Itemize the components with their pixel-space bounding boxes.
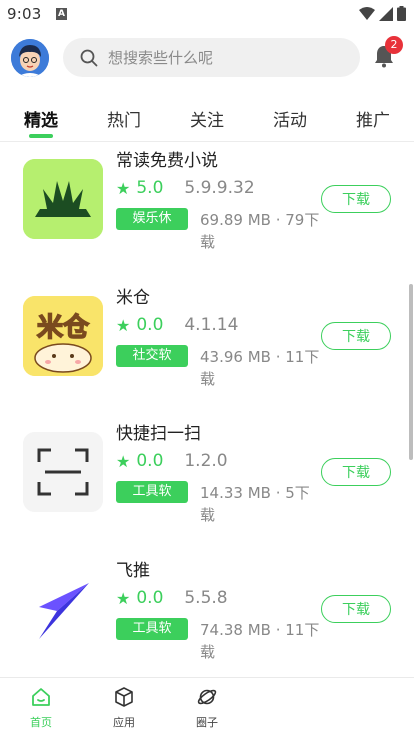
star-icon: ★	[116, 315, 131, 335]
app-version: 1.2.0	[184, 451, 228, 471]
app-size-downloads: 43.96 MB · 11下载	[200, 348, 320, 388]
tab-featured[interactable]: 精选	[24, 106, 58, 131]
list-item[interactable]: 飞推 ★ 0.0 5.5.8 工具软 74.38 MB · 11下载 下载	[0, 552, 414, 677]
category-tag: 工具软	[116, 481, 188, 503]
wifi-icon	[359, 6, 375, 20]
app-icon-micang: 米仓	[23, 296, 103, 376]
cube-icon	[115, 687, 133, 707]
app-name[interactable]: 常读免费小说	[116, 146, 218, 171]
notification-badge: 2	[385, 36, 403, 54]
paper-plane-icon	[39, 583, 89, 639]
star-icon: ★	[116, 178, 131, 198]
avatar[interactable]	[11, 39, 49, 77]
tab-events[interactable]: 活动	[273, 106, 307, 131]
list-item[interactable]: 常读免费小说 ★ 5.0 5.9.9.32 娱乐休 69.89 MB · 79下…	[0, 142, 414, 272]
app-version: 5.5.8	[184, 588, 228, 608]
app-list[interactable]: 常读免费小说 ★ 5.0 5.9.9.32 娱乐休 69.89 MB · 79下…	[0, 142, 414, 677]
nav-apps-label: 应用	[113, 716, 135, 729]
status-time: 9:03	[7, 5, 42, 23]
star-icon: ★	[116, 451, 131, 471]
tab-following[interactable]: 关注	[190, 106, 224, 131]
search-placeholder: 想搜索些什么呢	[108, 49, 214, 67]
app-size-downloads: 74.38 MB · 11下载	[200, 621, 320, 661]
app-rating: 0.0	[136, 315, 164, 335]
home-icon	[32, 688, 50, 706]
app-rating: 0.0	[136, 451, 164, 471]
app-name[interactable]: 飞推	[116, 556, 150, 581]
top-bar: 想搜索些什么呢 2	[0, 30, 414, 86]
app-icon-scan	[23, 432, 103, 512]
category-tabs: 精选 热门 关注 活动 推广	[0, 96, 414, 140]
app-name[interactable]: 米仓	[116, 283, 150, 308]
download-button[interactable]: 下载	[321, 458, 391, 486]
tab-promo[interactable]: 推广	[356, 106, 390, 131]
status-icons	[359, 6, 406, 21]
avatar-image-icon	[11, 39, 49, 77]
planet-icon	[197, 689, 217, 705]
notification-a-icon: A	[56, 8, 67, 20]
download-button[interactable]: 下载	[321, 185, 391, 213]
rating-row: ★ 0.0 4.1.14	[116, 315, 238, 335]
signal-icon	[379, 6, 393, 21]
app-version: 5.9.9.32	[184, 178, 255, 198]
nav-home-label: 首页	[30, 716, 52, 729]
category-tag: 工具软	[116, 618, 188, 640]
search-bar[interactable]: 想搜索些什么呢	[63, 38, 360, 77]
download-button[interactable]: 下载	[321, 595, 391, 623]
active-tab-indicator	[29, 134, 53, 138]
rating-row: ★ 0.0 5.5.8	[116, 588, 228, 608]
bottom-nav: 首页 应用 圈子	[0, 678, 414, 736]
category-tag: 社交软	[116, 345, 188, 367]
scan-frame-icon	[23, 432, 103, 512]
battery-icon	[397, 6, 406, 21]
list-item[interactable]: 快捷扫一扫 ★ 0.0 1.2.0 工具软 14.33 MB · 5下载 下载	[0, 415, 414, 545]
nav-circles-label: 圈子	[196, 716, 218, 729]
tab-hot[interactable]: 热门	[107, 106, 141, 131]
nav-circles[interactable]: 圈子	[182, 686, 232, 730]
nav-apps[interactable]: 应用	[99, 686, 149, 730]
app-icon-changdu	[23, 159, 103, 239]
nav-home[interactable]: 首页	[16, 686, 66, 730]
star-icon: ★	[116, 588, 131, 608]
app-size-downloads: 14.33 MB · 5下载	[200, 484, 310, 524]
list-item[interactable]: 米仓 米仓 ★ 0.0 4.1.14 社交软 43.96 MB · 11下载 下…	[0, 279, 414, 409]
search-icon	[80, 49, 98, 67]
category-tag: 娱乐休	[116, 208, 188, 230]
svg-text:米仓: 米仓	[37, 312, 90, 343]
list-scrollbar[interactable]	[409, 284, 413, 460]
download-button[interactable]: 下载	[321, 322, 391, 350]
app-rating: 0.0	[136, 588, 164, 608]
app-version: 4.1.14	[184, 315, 239, 335]
rating-row: ★ 5.0 5.9.9.32	[116, 178, 255, 198]
app-icon-feitui	[23, 569, 103, 649]
leaf-logo-icon	[23, 159, 103, 239]
app-size-downloads: 69.89 MB · 79下载	[200, 211, 320, 251]
cat-logo-icon: 米仓	[23, 296, 103, 376]
rating-row: ★ 0.0 1.2.0	[116, 451, 228, 471]
status-bar: 9:03 A	[0, 0, 414, 30]
app-name[interactable]: 快捷扫一扫	[116, 419, 201, 444]
app-rating: 5.0	[136, 178, 164, 198]
